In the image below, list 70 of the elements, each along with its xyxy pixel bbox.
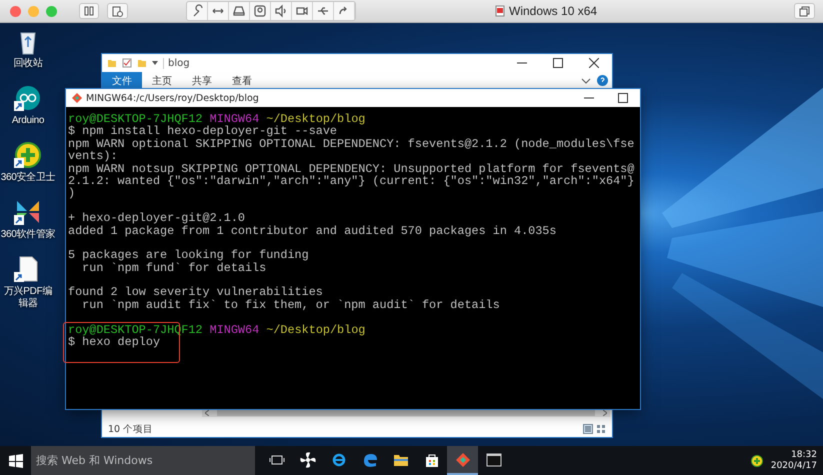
ribbon-tab[interactable]: 查看 <box>222 72 262 89</box>
output-line: run `npm fund` for details <box>81 262 268 274</box>
app-icon <box>14 141 42 169</box>
git-diamond-icon <box>454 452 470 468</box>
icon-label: Arduino <box>12 115 44 127</box>
shopping-bag-icon <box>424 452 440 468</box>
app-icon <box>14 84 42 112</box>
output-line: 5 packages are looking for funding <box>68 249 310 262</box>
desktop-icon[interactable]: 360安全卫士 <box>0 141 56 184</box>
video-camera-icon <box>295 4 309 18</box>
window-logo-icon <box>495 5 505 17</box>
shield-icon <box>750 454 763 466</box>
overlapping-windows-icon <box>799 6 810 16</box>
desktop-icon[interactable]: 万兴PDF编辑器 <box>0 255 56 310</box>
windows-logo-icon <box>8 454 22 468</box>
drive-icon <box>232 4 246 18</box>
window-title: MINGW64:/c/Users/roy/Desktop/blog <box>86 92 259 104</box>
ie-logo-icon <box>330 452 346 468</box>
window-title: Windows 10 x64 <box>509 4 598 18</box>
output-line: $ hexo deploy <box>68 336 160 348</box>
details-view-icon <box>583 424 593 434</box>
help-icon <box>597 75 608 86</box>
output-line: $ npm install hexo-deployer-git --save <box>68 125 338 138</box>
output-line: vents): <box>68 150 119 163</box>
clock-time: 18:32 <box>791 450 817 460</box>
icon-label: 万兴PDF编辑器 <box>2 286 54 310</box>
tiles-view-icon <box>596 424 606 434</box>
fan-icon <box>300 452 316 468</box>
output-line: found 2 low severity vulnerabilities <box>68 286 324 299</box>
checklist-icon <box>122 58 132 68</box>
desktop-icon[interactable]: 回收站 <box>0 27 56 70</box>
folder-icon <box>137 58 147 68</box>
dropdown-caret-icon <box>152 60 158 66</box>
app-icon <box>14 198 42 226</box>
output-line: + hexo-deployer-git@2.1.0 <box>68 212 246 225</box>
maximize-icon <box>618 93 628 103</box>
git-diamond-icon <box>72 93 82 103</box>
scroll-left-icon <box>205 410 209 416</box>
output-line: ) <box>68 187 76 200</box>
scroll-right-icon <box>603 410 607 416</box>
pause-icon <box>84 6 94 16</box>
pause-button[interactable] <box>79 3 99 19</box>
desktop-icon[interactable]: 360软件管家 <box>0 198 56 241</box>
clock-date: 2020/4/17 <box>770 460 817 472</box>
ribbon-tab[interactable]: 共享 <box>182 72 222 89</box>
search-field[interactable]: 搜索 Web 和 Windows <box>31 446 255 475</box>
icon-label: 360安全卫士 <box>0 172 56 184</box>
close-icon <box>589 58 599 68</box>
speaker-icon <box>274 4 288 18</box>
maximize-icon <box>553 58 563 68</box>
icon-label: 回收站 <box>13 58 43 70</box>
edge-logo-icon <box>362 452 378 468</box>
desktop-icon[interactable]: Arduino <box>0 84 56 127</box>
folder-icon <box>107 58 117 68</box>
output-line: npm WARN notsup SKIPPING OPTIONAL DEPENDENCY: Unsupported platform for fsevents@ <box>68 162 636 175</box>
chevron-down-icon <box>581 78 591 84</box>
output-line: added 1 package from 1 contributor and audited 570 packages in 4.035s <box>68 224 558 237</box>
prompt-line: roy@DESKTOP-7JHQF12 MINGW64 ~/Desktop/blog <box>68 113 366 126</box>
output-line: 2.1.2: wanted {"os":"darwin","arch":"any"} (current: {"os":"win32","arch":"x64"} <box>68 174 636 188</box>
ribbon-tab[interactable]: 主页 <box>142 72 182 89</box>
webcam-icon <box>253 4 267 18</box>
snapshot-button[interactable] <box>107 3 128 19</box>
icon-label: 360软件管家 <box>0 229 56 241</box>
ribbon-tab[interactable]: 文件 <box>102 72 142 89</box>
fullscreen-button[interactable] <box>794 3 815 19</box>
output-line: run `npm audit fix` to fix them, or `npm audit` for details <box>81 298 501 312</box>
output-line: npm WARN optional SKIPPING OPTIONAL DEPENDENCY: fsevents@2.1.2 (node_modules\fse <box>68 138 636 150</box>
terminal-window-icon <box>486 452 502 468</box>
window-title: blog <box>163 58 190 68</box>
status-text: 10 个项目 <box>108 422 154 436</box>
